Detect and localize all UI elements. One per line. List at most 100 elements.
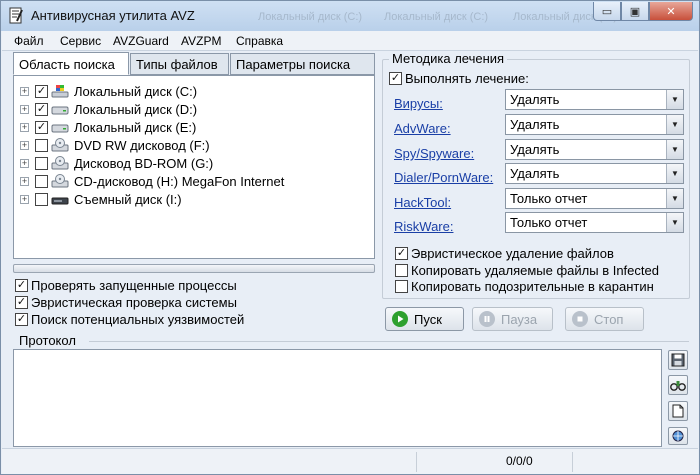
expand-icon[interactable]: + bbox=[20, 86, 29, 96]
menu-service[interactable]: Сервис bbox=[60, 34, 101, 48]
minimize-button[interactable]: ▭ bbox=[593, 2, 621, 21]
protocol-divider bbox=[89, 341, 689, 342]
drive-checkbox[interactable] bbox=[35, 156, 48, 170]
tree-item[interactable]: + Съемный диск (I:) bbox=[20, 190, 182, 208]
checkbox[interactable] bbox=[395, 264, 408, 277]
tree-item[interactable]: + Локальный диск (E:) bbox=[20, 118, 196, 136]
save-log-button[interactable] bbox=[668, 350, 688, 370]
drive-label: Локальный диск (D:) bbox=[74, 101, 198, 117]
drive-tree: + Локальный диск (C:) + Локальный диск (… bbox=[13, 75, 375, 259]
hard-drive-icon bbox=[51, 106, 69, 115]
close-icon: ✕ bbox=[666, 5, 676, 18]
status-counter: 0/0/0 bbox=[506, 454, 533, 468]
adware-select[interactable]: Удалять ▼ bbox=[505, 114, 684, 135]
maximize-button[interactable]: ▣ bbox=[621, 2, 649, 21]
option-heuristic-check[interactable]: Эвристическая проверка системы bbox=[15, 294, 237, 311]
checkbox[interactable] bbox=[389, 72, 402, 85]
option-label: Выполнять лечение: bbox=[405, 71, 529, 86]
hacktool-link[interactable]: HackTool: bbox=[394, 195, 451, 210]
new-log-button[interactable] bbox=[668, 401, 688, 421]
option-copy-quarantine[interactable]: Копировать подозрительные в карантин bbox=[395, 279, 654, 294]
pause-button[interactable]: Пауза bbox=[472, 307, 553, 331]
expand-icon[interactable]: + bbox=[20, 104, 29, 114]
drive-checkbox[interactable] bbox=[35, 138, 48, 152]
chevron-down-icon[interactable]: ▼ bbox=[666, 115, 683, 134]
hacktool-select[interactable]: Только отчет ▼ bbox=[505, 188, 684, 209]
select-value: Только отчет bbox=[510, 191, 588, 206]
start-button[interactable]: Пуск bbox=[385, 307, 464, 331]
expand-icon[interactable]: + bbox=[20, 158, 29, 168]
stop-button[interactable]: Стоп bbox=[565, 307, 644, 331]
hard-drive-icon bbox=[51, 124, 69, 133]
checkbox[interactable] bbox=[15, 313, 28, 326]
perform-treatment-option[interactable]: Выполнять лечение: bbox=[389, 71, 529, 86]
tree-item[interactable]: + Дисковод BD-ROM (G:) bbox=[20, 154, 213, 172]
checkbox[interactable] bbox=[395, 247, 408, 260]
menu-avzguard[interactable]: AVZGuard bbox=[113, 34, 169, 48]
start-button-label: Пуск bbox=[414, 311, 442, 327]
drive-checkbox[interactable] bbox=[35, 174, 48, 188]
tab-file-types[interactable]: Типы файлов bbox=[130, 53, 229, 75]
menu-help[interactable]: Справка bbox=[236, 34, 283, 48]
chevron-down-icon[interactable]: ▼ bbox=[666, 213, 683, 232]
tree-item[interactable]: + Локальный диск (D:) bbox=[20, 100, 197, 118]
status-divider bbox=[572, 452, 573, 472]
tab-search-area[interactable]: Область поиска bbox=[13, 52, 129, 75]
option-heuristic-delete[interactable]: Эвристическое удаление файлов bbox=[395, 246, 614, 261]
option-label: Эвристическая проверка системы bbox=[31, 295, 237, 310]
chevron-down-icon[interactable]: ▼ bbox=[666, 140, 683, 159]
riskware-select[interactable]: Только отчет ▼ bbox=[505, 212, 684, 233]
expand-icon[interactable]: + bbox=[20, 176, 29, 186]
menu-file[interactable]: Файл bbox=[14, 34, 44, 48]
drive-checkbox[interactable] bbox=[35, 192, 48, 206]
chevron-down-icon[interactable]: ▼ bbox=[666, 90, 683, 109]
drive-checkbox[interactable] bbox=[35, 120, 48, 134]
optical-drive-icon bbox=[51, 138, 69, 152]
spyware-select[interactable]: Удалять ▼ bbox=[505, 139, 684, 160]
minimize-icon: ▭ bbox=[601, 5, 613, 18]
drive-label: Локальный диск (C:) bbox=[74, 83, 198, 99]
viruses-select[interactable]: Удалять ▼ bbox=[505, 89, 684, 110]
network-button[interactable] bbox=[668, 427, 688, 445]
riskware-link[interactable]: RiskWare: bbox=[394, 219, 453, 234]
chevron-down-icon[interactable]: ▼ bbox=[666, 164, 683, 183]
play-icon bbox=[392, 311, 408, 327]
checkbox[interactable] bbox=[395, 280, 408, 293]
spyware-link[interactable]: Spy/Spyware: bbox=[394, 146, 474, 161]
checkbox[interactable] bbox=[15, 296, 28, 309]
option-vulnerabilities[interactable]: Поиск потенциальных уязвимостей bbox=[15, 311, 244, 328]
title-bar[interactable]: Антивирусная утилита AVZ Локальный диск … bbox=[1, 1, 699, 31]
pause-icon bbox=[479, 311, 495, 327]
close-button[interactable]: ✕ bbox=[649, 2, 693, 21]
binoculars-icon bbox=[670, 381, 686, 391]
drive-checkbox[interactable] bbox=[35, 102, 48, 116]
viruses-link[interactable]: Вирусы: bbox=[394, 96, 443, 111]
select-value: Удалять bbox=[510, 92, 560, 107]
tree-item[interactable]: + Локальный диск (C:) bbox=[20, 82, 197, 100]
option-copy-infected[interactable]: Копировать удаляемые файлы в Infected bbox=[395, 263, 659, 278]
expand-icon[interactable]: + bbox=[20, 194, 29, 204]
dialer-link[interactable]: Dialer/PornWare: bbox=[394, 170, 493, 185]
tree-item[interactable]: + CD-дисковод (H:) MegaFon Internet bbox=[20, 172, 284, 190]
adware-link[interactable]: AdvWare: bbox=[394, 121, 451, 136]
chevron-down-icon[interactable]: ▼ bbox=[666, 189, 683, 208]
checkbox[interactable] bbox=[15, 279, 28, 292]
windows-drive-icon bbox=[51, 85, 69, 98]
menu-avzpm[interactable]: AVZPM bbox=[181, 34, 221, 48]
dialer-select[interactable]: Удалять ▼ bbox=[505, 163, 684, 184]
tree-item[interactable]: + DVD RW дисковод (F:) bbox=[20, 136, 210, 154]
pause-button-label: Пауза bbox=[501, 311, 538, 327]
app-pen-icon bbox=[9, 7, 23, 24]
expand-icon[interactable]: + bbox=[20, 122, 29, 132]
removable-drive-icon bbox=[51, 197, 69, 205]
option-running-processes[interactable]: Проверять запущенные процессы bbox=[15, 277, 237, 294]
status-bar: 0/0/0 bbox=[2, 448, 698, 474]
drive-checkbox[interactable] bbox=[35, 84, 48, 98]
tab-search-params[interactable]: Параметры поиска bbox=[230, 53, 375, 75]
expand-icon[interactable]: + bbox=[20, 140, 29, 150]
save-icon bbox=[671, 353, 685, 367]
search-log-button[interactable] bbox=[668, 375, 688, 395]
optical-drive-icon bbox=[51, 156, 69, 170]
horizontal-scrollbar[interactable] bbox=[13, 264, 375, 273]
protocol-log[interactable] bbox=[13, 349, 662, 447]
